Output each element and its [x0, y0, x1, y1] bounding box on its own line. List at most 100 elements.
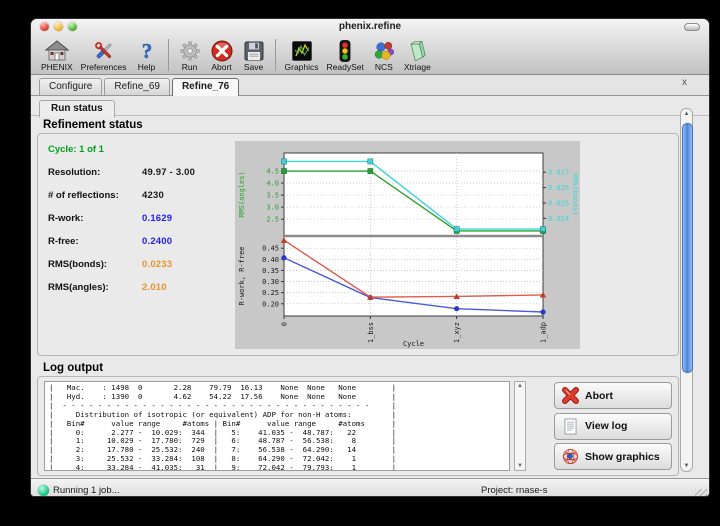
- cycle-label: Cycle: 1 of 1: [48, 144, 233, 155]
- refinement-status-panel: Cycle: 1 of 1 Resolution:49.97 - 3.00 # o…: [37, 133, 679, 356]
- stat-row: R-free:0.2400: [48, 236, 233, 247]
- title-bar[interactable]: phenix.refine: [31, 19, 709, 34]
- toolbar-xtriage-button[interactable]: Xtriage: [400, 39, 435, 72]
- chart-svg: 2.53.03.54.04.50.0240.0250.0260.0270.200…: [235, 141, 580, 349]
- toolbar-phenix-button[interactable]: PHENIX: [37, 39, 77, 72]
- toolbar-toggle-pill-button[interactable]: [684, 23, 700, 31]
- subtab-strip: Run status: [31, 96, 709, 116]
- toolbar-help-button[interactable]: ? Help: [131, 39, 163, 72]
- abort-button-label: Abort: [585, 390, 613, 402]
- toolbar-item-label: Abort: [211, 63, 231, 72]
- toolbar-item-label: Save: [244, 63, 263, 72]
- help-question-icon: ?: [135, 39, 159, 63]
- tab-run-status[interactable]: Run status: [39, 100, 115, 118]
- tab-configure[interactable]: Configure: [39, 78, 102, 95]
- abort-circle-x-icon: [210, 39, 234, 63]
- stat-row: RMS(angles):2.010: [48, 282, 233, 293]
- view-log-button-label: View log: [585, 420, 627, 432]
- svg-text:0.40: 0.40: [262, 256, 279, 264]
- svg-text:RMS(angles): RMS(angles): [238, 171, 246, 217]
- stat-row: Resolution:49.97 - 3.00: [48, 167, 233, 178]
- refinement-stats: Cycle: 1 of 1 Resolution:49.97 - 3.00 # o…: [48, 144, 233, 305]
- resize-grip[interactable]: [695, 489, 707, 497]
- svg-text:Cycle: Cycle: [403, 340, 424, 348]
- svg-text:0.20: 0.20: [262, 300, 279, 308]
- status-bar: Running 1 job... Project: rnase-s: [31, 478, 709, 497]
- toolbar-graphics-button[interactable]: Graphics: [281, 39, 323, 72]
- main-content: Run status Refinement status Cycle: 1 of…: [31, 96, 709, 478]
- stat-value: 0.1629: [142, 213, 172, 224]
- save-floppy-icon: [242, 39, 266, 63]
- scroll-down-icon[interactable]: ▼: [517, 462, 523, 470]
- refinement-progress-chart: 2.53.03.54.04.50.0240.0250.0260.0270.200…: [235, 141, 580, 349]
- show-graphics-button-label: Show graphics: [585, 451, 660, 463]
- svg-text:0.024: 0.024: [548, 215, 569, 223]
- refinement-status-heading: Refinement status: [43, 119, 709, 131]
- scroll-up-icon[interactable]: ▲: [517, 382, 523, 390]
- show-graphics-button[interactable]: Show graphics: [554, 443, 672, 470]
- toolbar-run-button[interactable]: Run: [174, 39, 206, 72]
- toolbar-separator: [275, 39, 276, 71]
- svg-text:0.027: 0.027: [548, 169, 569, 177]
- scroll-down-icon[interactable]: ▼: [681, 463, 692, 469]
- toolbar-separator: [168, 39, 169, 71]
- stat-value: 0.2400: [142, 236, 172, 247]
- close-window-button[interactable]: [40, 22, 49, 31]
- stat-label: R-work:: [48, 213, 142, 224]
- svg-text:1_bss: 1_bss: [367, 322, 375, 343]
- toolbar-item-label: ReadySet: [327, 63, 364, 72]
- running-status-text: Running 1 job...: [53, 485, 120, 496]
- svg-text:4.5: 4.5: [266, 168, 279, 176]
- svg-text:R-work, R-free: R-work, R-free: [238, 246, 246, 305]
- toolbar-abort-button[interactable]: Abort: [206, 39, 238, 72]
- tab-refine_76[interactable]: Refine_76: [172, 78, 239, 96]
- readyset-traffic-light-icon: [333, 39, 357, 63]
- svg-text:0.25: 0.25: [262, 289, 279, 297]
- svg-text:0: 0: [281, 322, 289, 326]
- log-scrollbar[interactable]: ▲ ▼: [514, 381, 526, 471]
- tab-close-icon[interactable]: x: [682, 78, 687, 88]
- stat-row: # of reflections:4230: [48, 190, 233, 201]
- xtriage-crystal-icon: [405, 39, 429, 63]
- toolbar-item-label: Run: [182, 63, 198, 72]
- stat-label: R-free:: [48, 236, 142, 247]
- preferences-tools-icon: [92, 39, 116, 63]
- toolbar: PHENIX Preferences ? Help Run: [31, 34, 709, 74]
- log-output-text[interactable]: | Mac. : 1498 0 2.28 79.79 16.13 None No…: [44, 381, 510, 471]
- stat-label: Resolution:: [48, 167, 142, 178]
- stat-row: R-work:0.1629: [48, 213, 233, 224]
- stat-label: RMS(bonds):: [48, 259, 142, 270]
- abort-button[interactable]: Abort: [554, 382, 672, 409]
- toolbar-item-label: NCS: [375, 63, 393, 72]
- running-status-icon: [38, 485, 49, 496]
- toolbar-readyset-button[interactable]: ReadySet: [323, 39, 368, 72]
- minimize-window-button[interactable]: [54, 22, 63, 31]
- stat-row: RMS(bonds):0.0233: [48, 259, 233, 270]
- toolbar-ncs-button[interactable]: NCS: [368, 39, 400, 72]
- svg-text:0.35: 0.35: [262, 267, 279, 275]
- svg-text:0.025: 0.025: [548, 199, 569, 207]
- zoom-window-button[interactable]: [68, 22, 77, 31]
- toolbar-item-label: PHENIX: [41, 63, 73, 72]
- toolbar-save-button[interactable]: Save: [238, 39, 270, 72]
- tab-refine_69[interactable]: Refine_69: [104, 78, 170, 95]
- svg-text:4.0: 4.0: [266, 180, 279, 188]
- window-title: phenix.refine: [31, 19, 709, 34]
- app-window: phenix.refine PHENIX Preferences ? He: [30, 18, 710, 497]
- scroll-up-icon[interactable]: ▲: [681, 111, 692, 117]
- show-graphics-sphere-icon: [561, 447, 580, 466]
- toolbar-item-label: Preferences: [81, 63, 127, 72]
- main-scrollbar[interactable]: ▲ ▼: [680, 108, 693, 472]
- graphics-molecule-icon: [290, 39, 314, 63]
- stat-value: 49.97 - 3.00: [142, 167, 195, 178]
- toolbar-preferences-button[interactable]: Preferences: [77, 39, 131, 72]
- view-log-button[interactable]: View log: [554, 413, 672, 440]
- abort-x-icon: [561, 386, 580, 405]
- svg-text:2.5: 2.5: [266, 216, 279, 224]
- svg-text:0.45: 0.45: [262, 245, 279, 253]
- stat-value: 2.010: [142, 282, 167, 293]
- main-scrollbar-thumb[interactable]: [682, 123, 693, 373]
- phenix-home-icon: [45, 39, 69, 63]
- toolbar-item-label: Help: [138, 63, 155, 72]
- svg-text:3.0: 3.0: [266, 204, 279, 212]
